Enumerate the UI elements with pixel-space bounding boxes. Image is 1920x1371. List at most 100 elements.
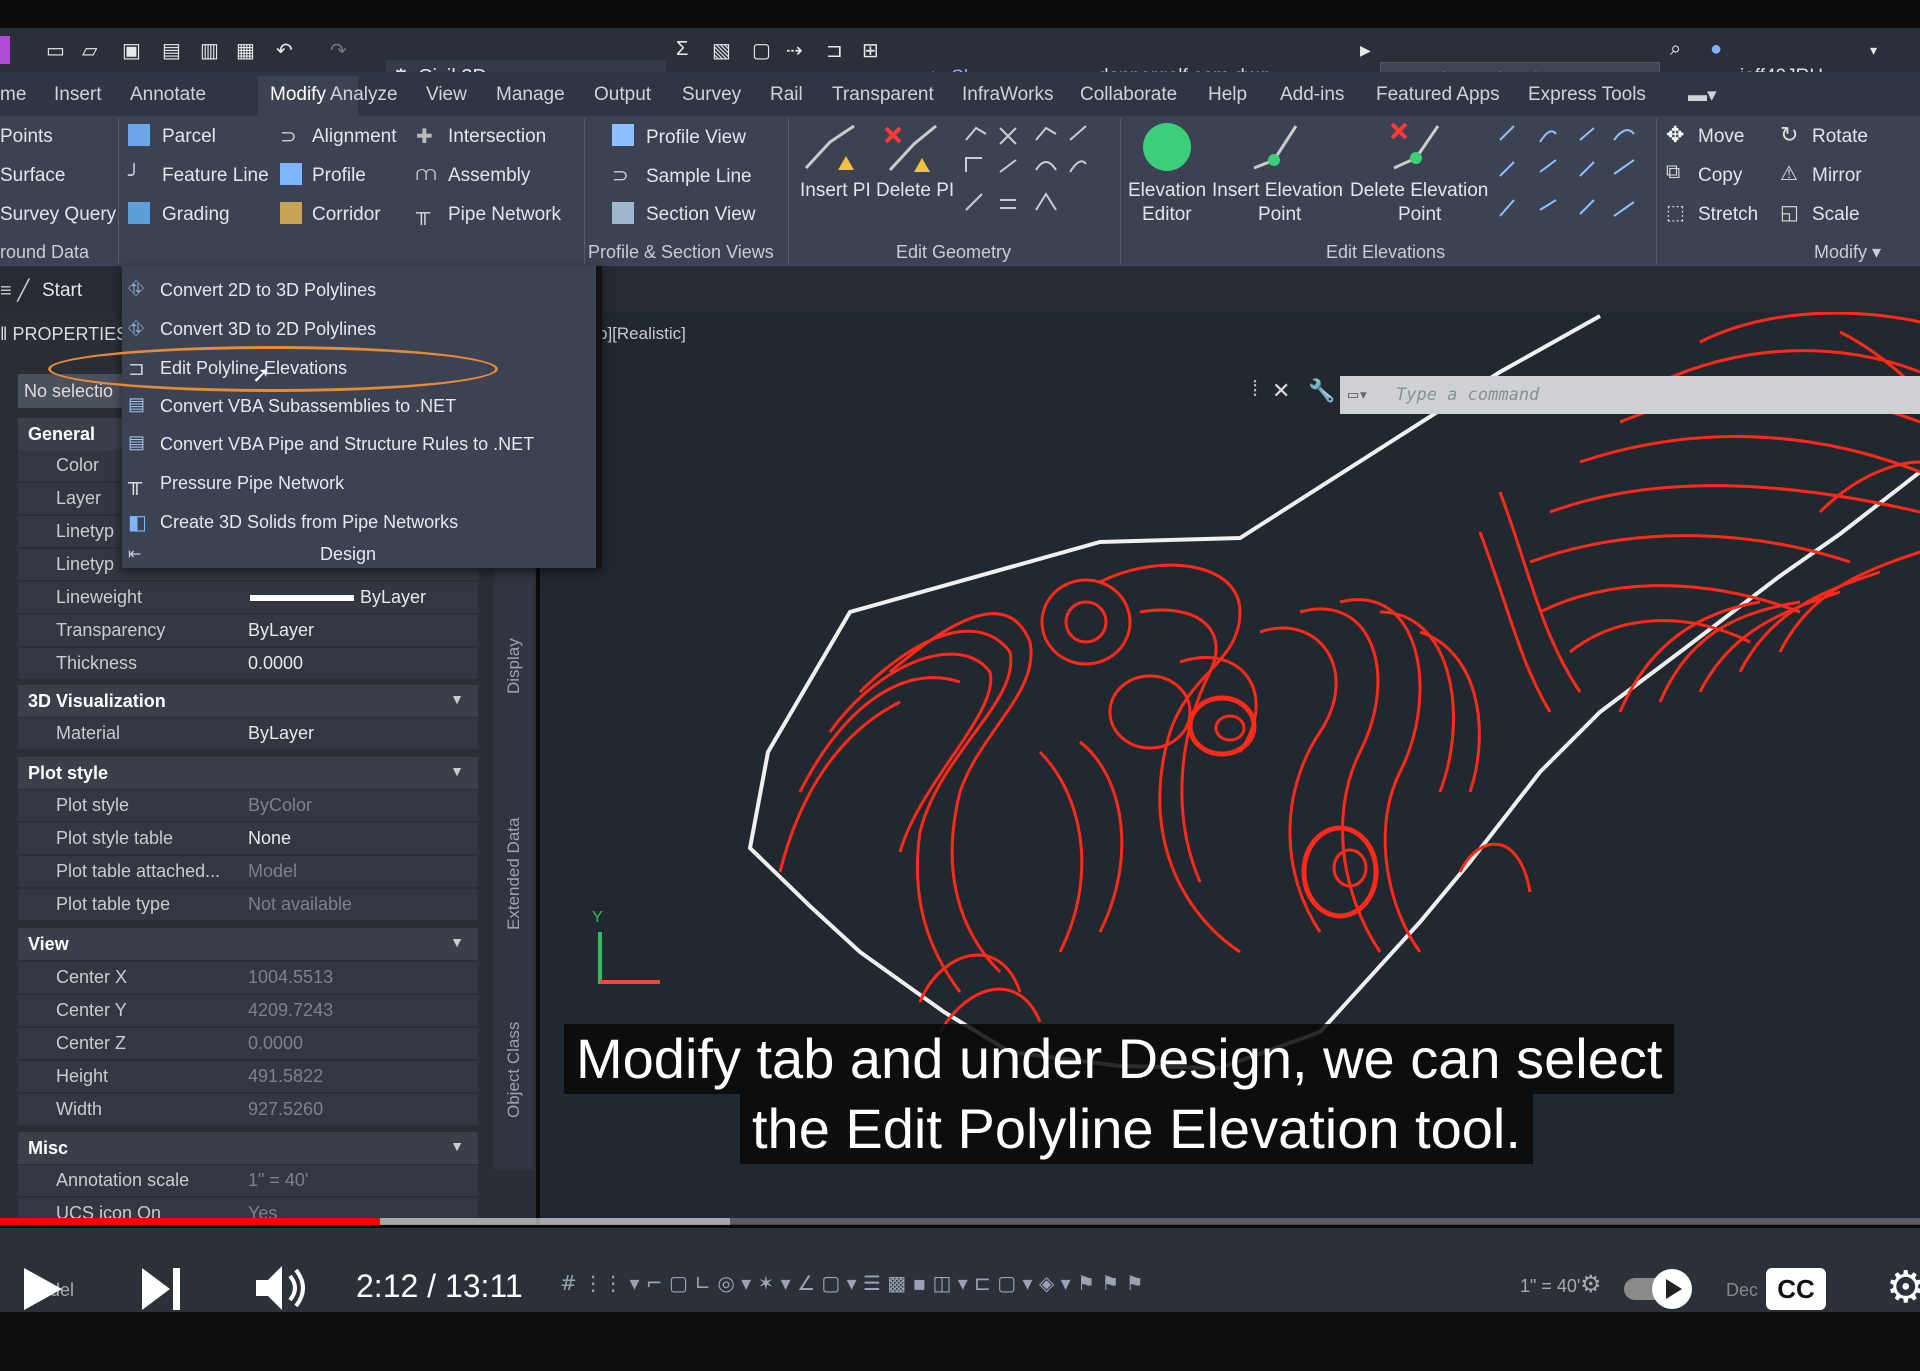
prop-row[interactable]: Plot table type Not available <box>18 889 478 920</box>
match-icon[interactable]: ⇢ <box>786 38 803 63</box>
ribbon-profile-view[interactable]: Profile View <box>646 127 746 149</box>
prop-row[interactable]: Lineweight ByLayer <box>18 582 478 613</box>
prop-row[interactable]: Thickness 0.0000 <box>18 648 478 679</box>
ribbon-sample-line[interactable]: Sample Line <box>646 166 752 188</box>
ribbon-insert-elevation-line1[interactable]: Insert Elevation <box>1212 180 1343 202</box>
prop-row[interactable]: Center X 1004.5513 <box>18 962 478 993</box>
menu-item-convert-vba-pipe-rules[interactable]: Convert VBA Pipe and Structure Rules to … <box>160 434 534 455</box>
sum-icon[interactable]: Σ <box>676 38 688 61</box>
ribbon-mirror[interactable]: Mirror <box>1812 165 1862 187</box>
tab-view[interactable]: View <box>426 84 467 106</box>
ribbon-copy[interactable]: Copy <box>1698 165 1742 187</box>
tab-output[interactable]: Output <box>594 84 651 106</box>
prop-row[interactable]: Plot style table None <box>18 823 478 854</box>
tab-collaborate[interactable]: Collaborate <box>1080 84 1177 106</box>
panel-options-icon[interactable]: ▬▾ <box>1688 84 1717 107</box>
units-label[interactable]: Dec <box>1726 1280 1758 1301</box>
ribbon-survey-query[interactable]: Survey Query <box>0 204 116 226</box>
ribbon-rotate[interactable]: Rotate <box>1812 126 1868 148</box>
ribbon-scale[interactable]: Scale <box>1812 204 1860 226</box>
wrench-icon[interactable]: 🔧 <box>1308 378 1335 404</box>
ribbon-alignment[interactable]: Alignment <box>312 126 397 148</box>
command-input[interactable]: ▭▾ Type a command <box>1340 376 1920 414</box>
new-icon[interactable]: ▭ <box>46 38 65 63</box>
menu-item-convert-2d-3d[interactable]: Convert 2D to 3D Polylines <box>160 280 376 301</box>
section-view[interactable]: View ▼ <box>18 928 478 960</box>
ribbon-assembly[interactable]: Assembly <box>448 165 530 187</box>
tab-manage[interactable]: Manage <box>496 84 565 106</box>
prop-row[interactable]: Plot style ByColor <box>18 790 478 821</box>
ribbon-points[interactable]: Points <box>0 126 53 148</box>
chevron-down-icon[interactable]: ▾ <box>1870 42 1877 59</box>
ribbon-section-view[interactable]: Section View <box>646 204 756 226</box>
ribbon-corridor[interactable]: Corridor <box>312 204 381 226</box>
properties-icon[interactable]: ▧ <box>712 38 731 63</box>
tab-help[interactable]: Help <box>1208 84 1247 106</box>
prop-row[interactable]: Annotation scale 1" = 40' <box>18 1165 478 1196</box>
tab-rail[interactable]: Rail <box>770 84 803 106</box>
ribbon-delete-elevation-line1[interactable]: Delete Elevation <box>1350 180 1488 202</box>
menu-item-pressure-pipe-network[interactable]: Pressure Pipe Network <box>160 473 344 494</box>
ribbon-elevation-editor-line2[interactable]: Editor <box>1142 204 1192 226</box>
volume-icon[interactable] <box>254 1262 310 1314</box>
ribbon-elevation-editor-line1[interactable]: Elevation <box>1128 180 1206 202</box>
elevation-tools-grid[interactable] <box>1494 120 1644 230</box>
section-3d-visualization[interactable]: 3D Visualization ▼ <box>18 685 478 717</box>
tab-transparent[interactable]: Transparent <box>832 84 934 106</box>
section-misc[interactable]: Misc ▼ <box>18 1132 478 1164</box>
saveas-icon[interactable]: ▤ <box>162 38 181 63</box>
tab-infraworks[interactable]: InfraWorks <box>962 84 1054 106</box>
ribbon-move[interactable]: Move <box>1698 126 1744 148</box>
command-history-icon[interactable]: ▭▾ <box>1348 376 1368 414</box>
autoplay-toggle[interactable] <box>1622 1268 1694 1312</box>
ribbon-delete-elevation-line2[interactable]: Point <box>1398 204 1441 226</box>
tab-modify[interactable]: Modify <box>270 84 326 106</box>
settings-icon[interactable]: ⚙ <box>1886 1262 1920 1313</box>
menu-item-create-3d-solids[interactable]: Create 3D Solids from Pipe Networks <box>160 512 458 533</box>
ribbon-grading[interactable]: Grading <box>162 204 230 226</box>
menu-icon[interactable]: ≡ ╱ <box>0 278 29 303</box>
layer-icon[interactable]: ▢ <box>752 38 771 63</box>
redo-icon[interactable]: ↷ <box>330 38 347 63</box>
ribbon-surface[interactable]: Surface <box>0 165 65 187</box>
ribbon-intersection[interactable]: Intersection <box>448 126 546 148</box>
side-tab-object-class[interactable]: Object Class <box>504 1022 524 1118</box>
select-icon[interactable]: ⊞ <box>862 38 879 63</box>
command-grip-icon[interactable]: ⁞ <box>1252 376 1258 402</box>
tab-home[interactable]: me <box>0 84 26 106</box>
pin-icon[interactable]: ⇤ <box>128 544 150 566</box>
next-icon[interactable] <box>140 1266 184 1312</box>
search-icon[interactable]: ⌕ <box>1670 38 1681 61</box>
print-icon[interactable]: ▦ <box>236 38 255 63</box>
play-icon[interactable] <box>20 1266 64 1312</box>
panel-title-modify[interactable]: Modify ▾ <box>1814 242 1881 263</box>
section-plot-style[interactable]: Plot style ▼ <box>18 757 478 789</box>
save-icon[interactable]: ▣ <box>122 38 141 63</box>
tab-survey[interactable]: Survey <box>682 84 741 106</box>
tab-analyze[interactable]: Analyze <box>330 84 398 106</box>
prop-row[interactable]: Center Z 0.0000 <box>18 1028 478 1059</box>
prop-row[interactable]: Center Y 4209.7243 <box>18 995 478 1026</box>
close-icon[interactable]: ✕ <box>1272 378 1290 404</box>
prop-row[interactable]: Height 491.5822 <box>18 1061 478 1092</box>
annotation-scale[interactable]: 1" = 40' <box>1520 1276 1580 1297</box>
menu-item-convert-vba-subassemblies[interactable]: Convert VBA Subassemblies to .NET <box>160 396 456 417</box>
ribbon-profile[interactable]: Profile <box>312 165 366 187</box>
ribbon-feature-line[interactable]: Feature Line <box>162 165 269 187</box>
tab-start[interactable]: Start <box>42 280 82 302</box>
cc-button[interactable]: CC <box>1766 1268 1826 1310</box>
open-icon[interactable]: ▱ <box>82 38 97 63</box>
tab-featured-apps[interactable]: Featured Apps <box>1376 84 1500 106</box>
ribbon-insert-pi[interactable]: Insert PI <box>800 180 871 202</box>
prop-row[interactable]: UCS icon On Yes <box>18 1198 478 1218</box>
ribbon-delete-pi[interactable]: Delete PI <box>876 180 954 202</box>
ribbon-pipe-network[interactable]: Pipe Network <box>448 204 561 226</box>
tab-insert[interactable]: Insert <box>54 84 102 106</box>
gear-icon[interactable]: ⚙ <box>1580 1270 1602 1299</box>
geometry-tools-grid[interactable] <box>960 120 1100 230</box>
side-tab-display[interactable]: Display <box>504 638 524 694</box>
user-icon[interactable]: ● <box>1710 38 1722 61</box>
ribbon-insert-elevation-line2[interactable]: Point <box>1258 204 1301 226</box>
expand-icon[interactable]: ▶ <box>1360 42 1371 59</box>
app-logo[interactable] <box>0 36 10 64</box>
